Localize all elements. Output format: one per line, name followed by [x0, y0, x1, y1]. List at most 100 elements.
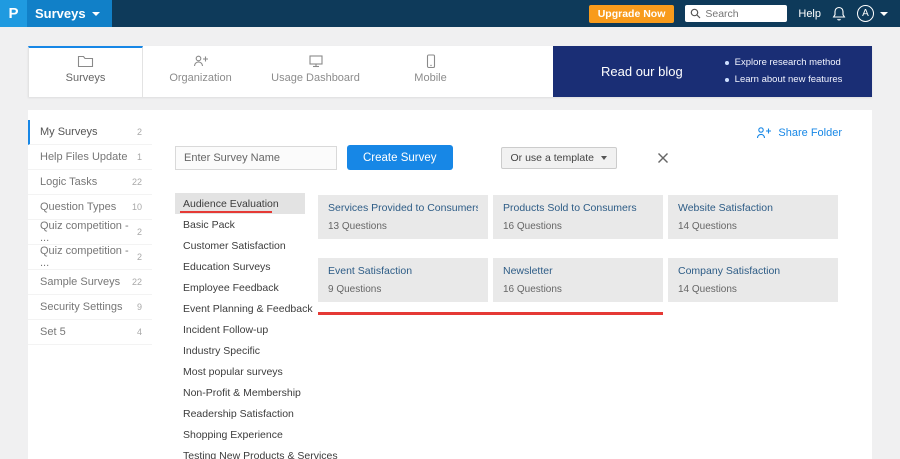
tab-label: Surveys [65, 72, 106, 84]
category-label: Employee Feedback [183, 281, 279, 294]
template-category-item[interactable]: Most popular surveys [175, 361, 305, 382]
folder-count-badge: 22 [131, 177, 142, 187]
upgrade-now-button[interactable]: Upgrade Now [588, 4, 675, 23]
folder-count-badge: 1 [136, 152, 142, 162]
tab-usage-dashboard[interactable]: Usage Dashboard [258, 46, 373, 97]
tab-mobile[interactable]: Mobile [373, 46, 488, 97]
category-label: Shopping Experience [183, 428, 283, 441]
notifications-bell-icon[interactable] [832, 6, 846, 22]
template-card-question-count: 9 Questions [328, 284, 382, 295]
folder-label: Sample Surveys [40, 276, 121, 288]
folder-label: Logic Tasks [40, 176, 98, 188]
share-folder-button[interactable]: Share Folder [756, 126, 842, 139]
template-card-title: Event Satisfaction [328, 265, 413, 277]
sidebar-folder-item[interactable]: Question Types 10 [28, 195, 152, 220]
folder-count-badge: 22 [131, 277, 142, 287]
folder-label: Set 5 [40, 326, 66, 338]
template-card-title: Website Satisfaction [678, 202, 773, 214]
help-link[interactable]: Help [798, 8, 821, 20]
blog-bullet: Learn about new features [725, 72, 843, 88]
template-category-item[interactable]: Industry Specific [175, 340, 305, 361]
folder-label: Security Settings [40, 301, 123, 313]
sidebar-folder-item[interactable]: Help Files Update 1 [28, 145, 152, 170]
search-input[interactable] [705, 7, 783, 20]
search-box[interactable] [685, 5, 788, 22]
template-card-title: Products Sold to Consumers [503, 202, 637, 214]
close-icon[interactable] [657, 152, 669, 164]
template-category-item[interactable]: Readership Satisfaction [175, 403, 305, 424]
template-card-title: Company Satisfaction [678, 265, 781, 277]
category-label: Testing New Products & Services [183, 449, 338, 459]
primary-tabs: Surveys Organization Usage Dashboard Mob… [28, 46, 872, 97]
use-template-dropdown[interactable]: Or use a template [500, 146, 617, 169]
chevron-down-icon [91, 11, 100, 16]
category-label: Industry Specific [183, 344, 261, 357]
template-category-item[interactable]: Incident Follow-up [175, 319, 305, 340]
main-panel: My Surveys 2 Help Files Update 1 Logic T… [28, 110, 872, 459]
template-category-item[interactable]: Shopping Experience [175, 424, 305, 445]
template-category-list: Audience Evaluation Basic Pack Customer … [175, 193, 338, 459]
chevron-down-icon [880, 11, 888, 16]
share-folder-label: Share Folder [778, 126, 842, 139]
app-title: Surveys [35, 6, 86, 21]
template-cards-grid: Services Provided to Consumers 13 Questi… [318, 195, 838, 302]
share-person-icon [756, 126, 772, 139]
read-our-blog-link[interactable]: Read our blog [601, 64, 683, 79]
category-label: Readership Satisfaction [183, 407, 294, 420]
template-category-item[interactable]: Event Planning & Feedback [175, 298, 313, 319]
folder-count-badge: 2 [136, 127, 142, 137]
annotation-red-line [318, 312, 663, 315]
sidebar-folder-item[interactable]: Logic Tasks 22 [28, 170, 152, 195]
tab-label: Mobile [414, 72, 447, 84]
template-category-item[interactable]: Basic Pack [175, 214, 305, 235]
template-card-question-count: 14 Questions [678, 221, 737, 232]
template-card[interactable]: Newsletter 16 Questions [493, 258, 663, 302]
sidebar-folder-item[interactable]: Security Settings 9 [28, 295, 152, 320]
category-label: Basic Pack [183, 218, 235, 231]
create-survey-row: Create Survey Or use a template [175, 145, 669, 170]
topbar-right: Upgrade Now Help A [588, 4, 900, 23]
template-card[interactable]: Company Satisfaction 14 Questions [668, 258, 838, 302]
blog-bullet: Explore research method [725, 55, 843, 71]
sidebar-folder-item[interactable]: Quiz competition - ... 2 [28, 220, 152, 245]
template-card[interactable]: Website Satisfaction 14 Questions [668, 195, 838, 239]
template-card-question-count: 13 Questions [328, 221, 387, 232]
category-label: Event Planning & Feedback [183, 302, 313, 315]
template-category-item[interactable]: Employee Feedback [175, 277, 305, 298]
tab-label: Organization [169, 72, 232, 84]
template-category-item[interactable]: Audience Evaluation [175, 193, 305, 214]
template-card-question-count: 16 Questions [503, 284, 562, 295]
folder-label: My Surveys [40, 126, 98, 138]
people-icon [143, 54, 258, 72]
folder-icon [29, 54, 142, 72]
template-card-question-count: 14 Questions [678, 284, 737, 295]
tab-organization[interactable]: Organization [143, 46, 258, 97]
template-card-question-count: 16 Questions [503, 221, 562, 232]
survey-name-input[interactable] [175, 145, 337, 170]
sidebar-folder-item[interactable]: My Surveys 2 [28, 120, 152, 145]
tab-surveys[interactable]: Surveys [28, 46, 143, 97]
template-category-item[interactable]: Education Surveys [175, 256, 305, 277]
chevron-down-icon [600, 155, 607, 160]
create-survey-button[interactable]: Create Survey [347, 145, 453, 170]
template-category-item[interactable]: Testing New Products & Services [175, 445, 338, 459]
template-category-item[interactable]: Non-Profit & Membership [175, 382, 305, 403]
sidebar-folder-item[interactable]: Quiz competition - ... 2 [28, 245, 152, 270]
brand-logo: P [0, 0, 27, 27]
folder-label: Help Files Update [40, 151, 128, 163]
template-category-item[interactable]: Customer Satisfaction [175, 235, 305, 256]
template-card[interactable]: Services Provided to Consumers 13 Questi… [318, 195, 488, 239]
category-label: Most popular surveys [183, 365, 283, 378]
sidebar-folder-item[interactable]: Set 5 4 [28, 320, 152, 345]
folder-label: Quiz competition - ... [40, 245, 129, 269]
blog-banner: Read our blog Explore research method Le… [553, 46, 872, 97]
account-menu[interactable]: A [857, 5, 888, 22]
product-switcher[interactable]: P Surveys [0, 0, 112, 27]
folder-label: Question Types [40, 201, 117, 213]
category-label: Customer Satisfaction [183, 239, 286, 252]
template-card[interactable]: Products Sold to Consumers 16 Questions [493, 195, 663, 239]
sidebar-folder-item[interactable]: Sample Surveys 22 [28, 270, 152, 295]
template-card[interactable]: Event Satisfaction 9 Questions [318, 258, 488, 302]
search-icon [690, 8, 701, 19]
folder-count-badge: 2 [136, 252, 142, 262]
